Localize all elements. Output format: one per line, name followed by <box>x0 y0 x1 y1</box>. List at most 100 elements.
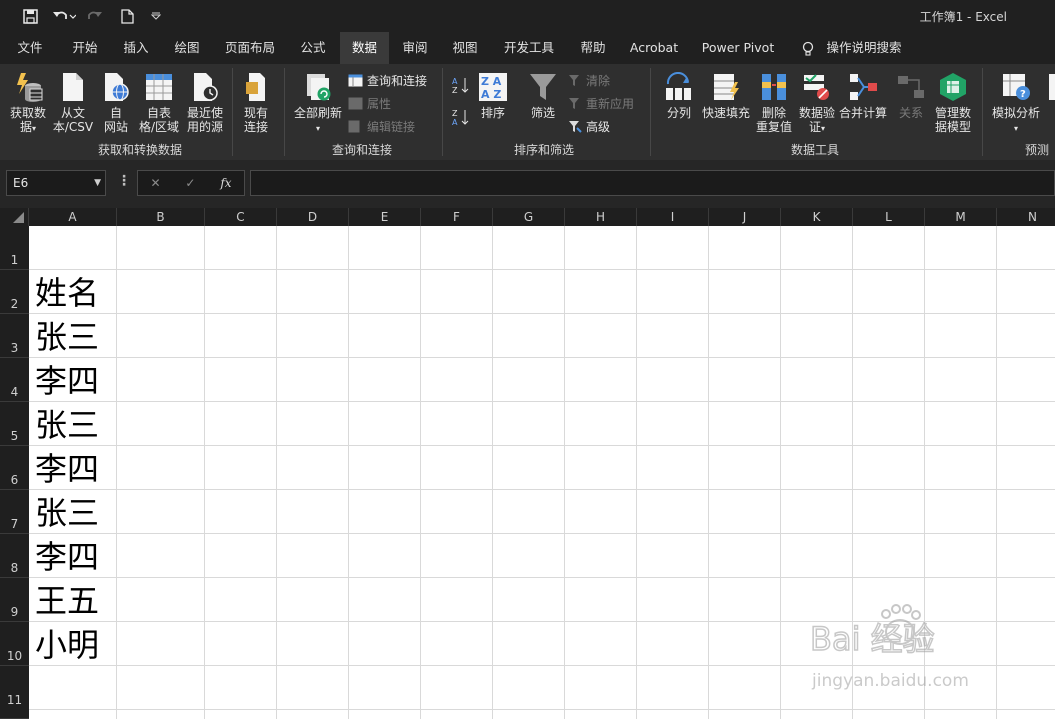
row-header[interactable]: 10 <box>0 622 29 666</box>
tab-power-pivot[interactable]: Power Pivot <box>694 32 782 64</box>
column-header[interactable]: J <box>709 208 781 226</box>
edit-links-label: 编辑链接 <box>367 120 416 134</box>
recent-sources-label: 最近使 用的源 <box>186 106 223 134</box>
column-header[interactable]: N <box>997 208 1055 226</box>
more-options-icon[interactable]: ⋮ <box>117 173 131 189</box>
save-icon[interactable] <box>20 6 40 26</box>
connections-icon <box>246 73 265 101</box>
refresh-all-button[interactable]: 全部刷新 ▾ <box>292 72 344 136</box>
column-header[interactable]: G <box>493 208 565 226</box>
insert-function-icon[interactable]: fx <box>220 176 231 190</box>
cell-a7[interactable]: 张三 <box>35 493 99 533</box>
row-header[interactable]: 8 <box>0 534 29 578</box>
row-header[interactable]: 5 <box>0 402 29 446</box>
sort-za-button[interactable]: ZA <box>452 108 470 126</box>
tab-developer[interactable]: 开发工具 <box>496 32 562 64</box>
svg-text:Z: Z <box>452 86 458 94</box>
tab-view[interactable]: 视图 <box>442 32 488 64</box>
filter-button[interactable]: 筛选 <box>524 72 562 120</box>
recent-sources-button[interactable]: 最近使 用的源 <box>184 72 226 134</box>
edit-links-button[interactable]: 编辑链接 <box>348 118 415 135</box>
cell-a9[interactable]: 王五 <box>35 581 99 621</box>
tell-me-search[interactable]: 操作说明搜索 <box>822 32 906 64</box>
name-box[interactable]: E6 ▼ <box>6 170 106 196</box>
edit-links-icon <box>348 120 360 133</box>
cell-a8[interactable]: 李四 <box>35 537 99 577</box>
relationships-button[interactable]: 关系 <box>892 72 930 120</box>
tab-file[interactable]: 文件 <box>8 32 52 64</box>
cell-a4[interactable]: 李四 <box>35 361 99 401</box>
relationships-icon <box>898 76 924 98</box>
column-header[interactable]: L <box>853 208 925 226</box>
new-file-icon[interactable] <box>118 6 136 26</box>
row-header[interactable]: 4 <box>0 358 29 402</box>
from-text-csv-button[interactable]: 从文 本/CSV <box>50 72 96 134</box>
from-web-button[interactable]: 自 网站 <box>98 72 134 134</box>
formula-input[interactable] <box>250 170 1055 196</box>
column-header[interactable]: H <box>565 208 637 226</box>
enter-check-icon[interactable]: ✓ <box>185 176 195 190</box>
text-to-columns-button[interactable]: 分列 <box>662 72 696 120</box>
tab-data[interactable]: 数据 <box>340 32 389 64</box>
sort-button[interactable]: Z AA Z 排序 <box>474 72 512 120</box>
row-header[interactable]: 7 <box>0 490 29 534</box>
column-header[interactable]: C <box>205 208 277 226</box>
data-model-icon <box>940 73 966 101</box>
clear-filter-button[interactable]: 清除 <box>568 72 610 89</box>
forecast-sheet-button[interactable] <box>1046 72 1055 106</box>
row-header[interactable]: 1 <box>0 226 29 270</box>
tab-draw[interactable]: 绘图 <box>164 32 210 64</box>
column-header[interactable]: I <box>637 208 709 226</box>
from-table-button[interactable]: 自表 格/区域 <box>136 72 182 134</box>
row-header[interactable]: 11 <box>0 666 29 719</box>
cell-a5[interactable]: 张三 <box>35 405 99 445</box>
tab-help[interactable]: 帮助 <box>570 32 616 64</box>
tab-review[interactable]: 审阅 <box>392 32 438 64</box>
row-header[interactable]: 9 <box>0 578 29 622</box>
properties-button[interactable]: 属性 <box>348 95 391 112</box>
column-header[interactable]: A <box>29 208 117 226</box>
manage-data-model-button[interactable]: 管理数 据模型 <box>930 72 976 134</box>
row-header[interactable]: 6 <box>0 446 29 490</box>
data-validation-button[interactable]: 数据验 证▾ <box>798 72 836 136</box>
sort-az-button[interactable]: AZ <box>452 76 470 94</box>
tab-formulas[interactable]: 公式 <box>290 32 336 64</box>
cancel-icon[interactable]: ✕ <box>150 176 160 190</box>
existing-connections-button[interactable]: 现有 连接 <box>236 72 276 134</box>
customize-qat-icon[interactable] <box>148 6 164 26</box>
redo-icon[interactable] <box>86 6 110 26</box>
row-number: 3 <box>10 341 19 355</box>
group-data-tools: 数据工具 <box>790 143 839 157</box>
chevron-down-icon[interactable]: ▼ <box>94 171 101 195</box>
row-header[interactable]: 3 <box>0 314 29 358</box>
from-table-label: 自表 格/区域 <box>138 106 180 134</box>
select-all-corner[interactable] <box>0 208 29 226</box>
column-header[interactable]: E <box>349 208 421 226</box>
tab-page-layout[interactable]: 页面布局 <box>215 32 285 64</box>
reapply-button[interactable]: 重新应用 <box>568 95 634 112</box>
baidu-jingyan-watermark: Bai 经验 jingyan.baidu.com <box>808 604 1008 694</box>
remove-duplicates-button[interactable]: 删除 重复值 <box>754 72 794 134</box>
cell-a6[interactable]: 李四 <box>35 449 99 489</box>
column-header[interactable]: D <box>277 208 349 226</box>
tab-acrobat[interactable]: Acrobat <box>624 32 684 64</box>
tab-insert[interactable]: 插入 <box>113 32 159 64</box>
row-header[interactable]: 2 <box>0 270 29 314</box>
column-header[interactable]: K <box>781 208 853 226</box>
column-header[interactable]: M <box>925 208 997 226</box>
column-header[interactable]: B <box>117 208 205 226</box>
lightbulb-icon[interactable] <box>798 32 818 64</box>
what-if-analysis-button[interactable]: ? 模拟分析 ▾ <box>988 72 1044 136</box>
tab-home[interactable]: 开始 <box>62 32 108 64</box>
cell-a10[interactable]: 小明 <box>35 625 99 665</box>
column-header[interactable]: F <box>421 208 493 226</box>
refresh-all-label: 全部刷新 <box>293 106 342 120</box>
advanced-filter-button[interactable]: 高级 <box>568 118 610 135</box>
cell-a3[interactable]: 张三 <box>35 317 99 357</box>
queries-connections-button[interactable]: 查询和连接 <box>348 72 427 89</box>
consolidate-button[interactable]: 合并计算 <box>838 72 888 120</box>
flash-fill-button[interactable]: 快速填充 <box>700 72 752 120</box>
get-data-button[interactable]: 获取数 据▾ <box>6 72 50 136</box>
undo-icon[interactable] <box>50 6 78 26</box>
cell-a2[interactable]: 姓名 <box>35 273 99 313</box>
